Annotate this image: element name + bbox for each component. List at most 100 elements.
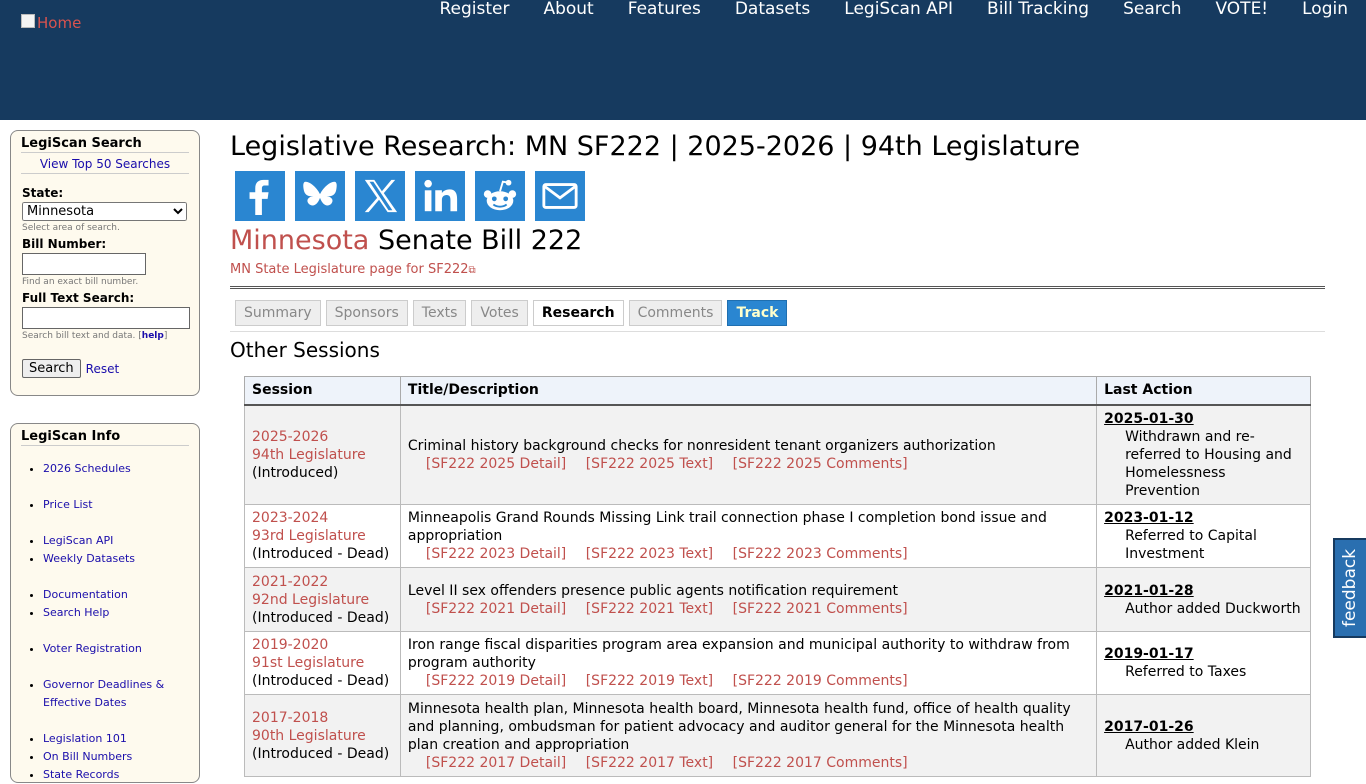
info-link-datasets[interactable]: Weekly Datasets: [43, 552, 135, 565]
info-item: Documentation: [43, 586, 199, 604]
info-link-schedules[interactable]: 2026 Schedules: [43, 462, 131, 475]
nav-search[interactable]: Search: [1123, 0, 1181, 19]
share-email[interactable]: [535, 171, 585, 221]
search-box-title: LegiScan Search: [21, 131, 189, 153]
header-divider: [230, 286, 1325, 289]
text-link[interactable]: [SF222 2017 Text]: [586, 755, 713, 771]
nav-bill-tracking[interactable]: Bill Tracking: [987, 0, 1089, 19]
info-link-governor-deadlines[interactable]: Governor Deadlines & Effective Dates: [43, 678, 164, 709]
tab-sponsors[interactable]: Sponsors: [325, 300, 408, 326]
nav-datasets[interactable]: Datasets: [735, 0, 810, 19]
feedback-label: feedback: [1340, 548, 1361, 628]
text-link[interactable]: [SF222 2025 Text]: [586, 456, 713, 472]
tab-texts[interactable]: Texts: [412, 300, 467, 326]
share-linkedin[interactable]: [415, 171, 465, 221]
session-year-link[interactable]: 2017-2018: [252, 710, 328, 726]
tab-summary[interactable]: Summary: [235, 300, 321, 326]
state-legislature-link[interactable]: MN State Legislature page for SF222⧉: [230, 262, 476, 277]
text-link[interactable]: [SF222 2023 Text]: [586, 546, 713, 562]
title-cell: Level II sex offenders presence public a…: [399, 567, 1098, 632]
nav-vote[interactable]: VOTE!: [1215, 0, 1268, 19]
info-link-state-records[interactable]: State Records: [43, 768, 119, 781]
bill-number-input[interactable]: [22, 253, 146, 275]
search-button[interactable]: Search: [22, 359, 81, 378]
tab-track[interactable]: Track: [727, 300, 788, 326]
session-cell: 2025-2026 94th Legislature (Introduced): [244, 404, 401, 505]
bill-description: Minneapolis Grand Rounds Missing Link tr…: [407, 510, 1047, 544]
info-link-legislation-101[interactable]: Legislation 101: [43, 732, 127, 745]
comments-link[interactable]: [SF222 2021 Comments]: [733, 601, 908, 617]
action-text: Referred to Taxes: [1125, 664, 1247, 680]
comments-link[interactable]: [SF222 2019 Comments]: [733, 673, 908, 689]
session-legislature-link[interactable]: 92nd Legislature: [252, 592, 369, 608]
info-item: On Bill Numbers: [43, 748, 199, 766]
nav-login[interactable]: Login: [1302, 0, 1348, 19]
nav-features[interactable]: Features: [628, 0, 701, 19]
full-text-input[interactable]: [22, 307, 190, 329]
top50-searches-link[interactable]: View Top 50 Searches: [40, 157, 170, 171]
info-link-api[interactable]: LegiScan API: [43, 534, 113, 547]
info-link-bill-numbers[interactable]: On Bill Numbers: [43, 750, 132, 763]
detail-link[interactable]: [SF222 2019 Detail]: [426, 673, 566, 689]
bill-description: Iron range fiscal disparities program ar…: [407, 637, 1070, 671]
comments-link[interactable]: [SF222 2023 Comments]: [733, 546, 908, 562]
bill-number-hint: Find an exact bill number.: [22, 277, 139, 287]
detail-link[interactable]: [SF222 2017 Detail]: [426, 755, 566, 771]
session-year-link[interactable]: 2023-2024: [252, 510, 328, 526]
home-logo-link[interactable]: Home: [21, 14, 81, 32]
session-status: (Introduced - Dead): [252, 673, 390, 689]
sessions-table: Session Title/Description Last Action 20…: [244, 376, 1311, 777]
info-item: Weekly Datasets: [43, 550, 199, 568]
action-date: 2023-01-12: [1104, 510, 1194, 526]
info-link-voter-registration[interactable]: Voter Registration: [43, 642, 142, 655]
tab-research[interactable]: Research: [532, 300, 624, 326]
session-status: (Introduced - Dead): [252, 546, 390, 562]
info-link-price-list[interactable]: Price List: [43, 498, 93, 511]
detail-link[interactable]: [SF222 2025 Detail]: [426, 456, 566, 472]
detail-link[interactable]: [SF222 2023 Detail]: [426, 546, 566, 562]
bill-heading: Minnesota Senate Bill 222: [230, 224, 1325, 258]
bluesky-icon: [303, 181, 337, 206]
state-hint: Select area of search.: [22, 223, 120, 233]
nav-legiscan-api[interactable]: LegiScan API: [844, 0, 953, 19]
detail-link[interactable]: [SF222 2021 Detail]: [426, 601, 566, 617]
info-item: State Records: [43, 766, 199, 784]
full-text-label: Full Text Search:: [22, 291, 135, 305]
session-status: (Introduced - Dead): [252, 609, 390, 626]
comments-link[interactable]: [SF222 2025 Comments]: [733, 456, 908, 472]
tab-comments[interactable]: Comments: [628, 300, 723, 326]
feedback-tab[interactable]: feedback: [1333, 538, 1366, 638]
share-facebook[interactable]: [235, 171, 285, 221]
help-link[interactable]: help: [142, 331, 164, 341]
session-legislature-link[interactable]: 94th Legislature: [252, 447, 366, 463]
last-action-cell: 2025-01-30 Withdrawn and re-referred to …: [1096, 404, 1311, 505]
facebook-icon: [249, 179, 269, 215]
table-row: 2023-2024 93rd Legislature (Introduced -…: [244, 504, 1311, 568]
session-legislature-link[interactable]: 90th Legislature: [252, 728, 366, 744]
session-year-link[interactable]: 2025-2026: [252, 429, 328, 445]
tab-votes[interactable]: Votes: [471, 300, 528, 326]
info-item: Search Help: [43, 604, 199, 622]
session-legislature-link[interactable]: 93rd Legislature: [252, 528, 366, 544]
session-year-link[interactable]: 2021-2022: [252, 574, 328, 590]
full-text-hint: Search bill text and data. [help]: [22, 331, 168, 341]
info-link-documentation[interactable]: Documentation: [43, 588, 128, 601]
share-reddit[interactable]: [475, 171, 525, 221]
info-link-search-help[interactable]: Search Help: [43, 606, 109, 619]
share-x[interactable]: [355, 171, 405, 221]
nav-about[interactable]: About: [543, 0, 593, 19]
session-legislature-link[interactable]: 91st Legislature: [252, 655, 364, 671]
session-year-link[interactable]: 2019-2020: [252, 637, 328, 653]
text-link[interactable]: [SF222 2021 Text]: [586, 601, 713, 617]
share-bluesky[interactable]: [295, 171, 345, 221]
info-item: Legislation 101: [43, 730, 199, 748]
info-item: 2026 Schedules: [43, 460, 199, 478]
reset-link[interactable]: Reset: [86, 362, 120, 376]
state-select[interactable]: Minnesota: [22, 202, 187, 221]
text-link[interactable]: [SF222 2019 Text]: [586, 673, 713, 689]
nav-register[interactable]: Register: [439, 0, 509, 19]
table-row: 2021-2022 92nd Legislature (Introduced -…: [244, 567, 1311, 632]
bill-state-name[interactable]: Minnesota: [230, 225, 369, 256]
comments-link[interactable]: [SF222 2017 Comments]: [733, 755, 908, 771]
linkedin-icon: [424, 179, 458, 212]
